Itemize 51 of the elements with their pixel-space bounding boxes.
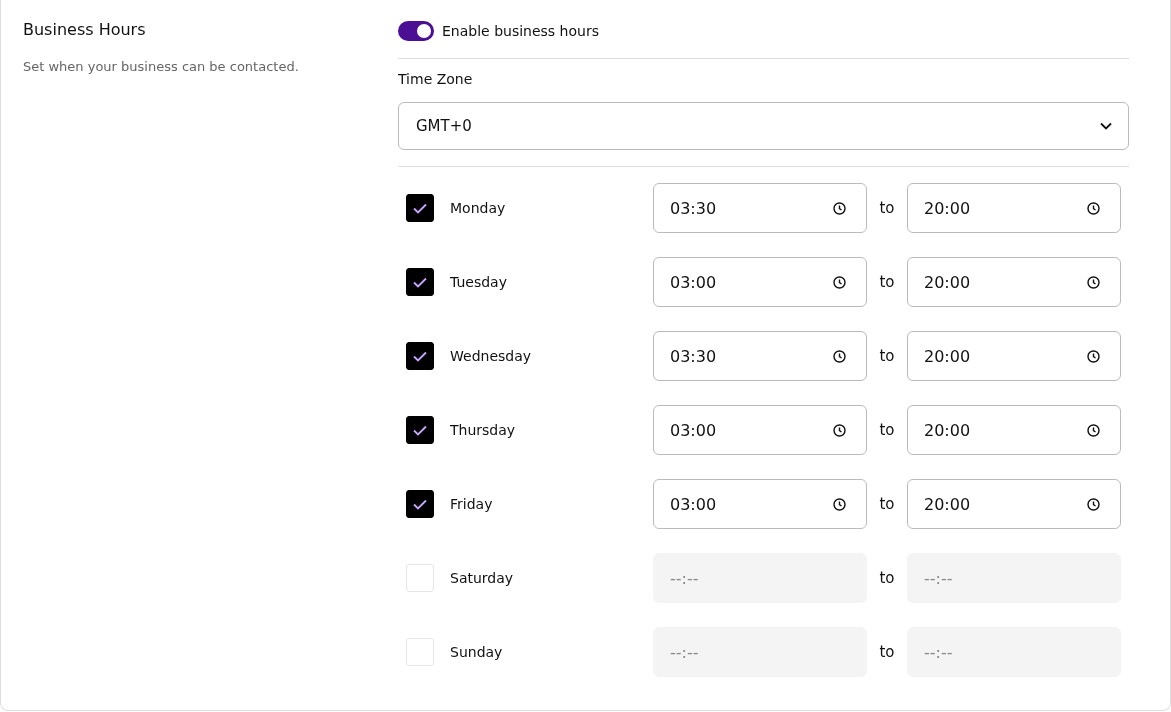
clock-icon <box>1087 497 1100 511</box>
end-time-field[interactable]: 20:00 <box>907 331 1121 381</box>
day-label: Thursday <box>450 422 517 438</box>
clock-icon <box>1087 275 1100 289</box>
end-time-field[interactable]: 20:00 <box>907 479 1121 529</box>
section-description: Set when your business can be contacted. <box>23 59 300 74</box>
start-time-field[interactable]: 03:30 <box>653 331 867 381</box>
day-checkbox[interactable] <box>406 490 434 518</box>
end-time-field[interactable]: 20:00 <box>907 183 1121 233</box>
clock-icon <box>833 201 846 215</box>
checkmark-icon <box>413 424 427 436</box>
toggle-switch[interactable] <box>398 21 434 41</box>
checkmark-icon <box>413 202 427 214</box>
start-time-field[interactable]: 03:00 <box>653 405 867 455</box>
end-time-field[interactable]: 20:00 <box>907 257 1121 307</box>
day-checkbox[interactable] <box>406 194 434 222</box>
time-zone-dropdown[interactable]: GMT+0 <box>398 102 1129 150</box>
checkmark-icon <box>413 276 427 288</box>
to-label: to <box>878 643 896 661</box>
toggle-label: Enable business hours <box>442 23 599 39</box>
clock-icon <box>1087 349 1100 363</box>
clock-icon <box>1087 201 1100 215</box>
to-label: to <box>878 273 896 291</box>
day-label: Saturday <box>450 570 515 586</box>
clock-icon <box>833 275 846 289</box>
day-checkbox[interactable] <box>406 416 434 444</box>
day-checkbox[interactable] <box>406 342 434 370</box>
start-time-field[interactable]: 03:30 <box>653 183 867 233</box>
end-time-field[interactable]: 20:00 <box>907 405 1121 455</box>
day-label: Friday <box>450 496 494 512</box>
day-label: Tuesday <box>450 274 508 290</box>
field-label: Time Zone <box>398 71 474 87</box>
day-label: Wednesday <box>450 348 533 364</box>
to-label: to <box>878 495 896 513</box>
start-time-field[interactable]: 03:00 <box>653 257 867 307</box>
day-label: Sunday <box>450 644 504 660</box>
clock-icon <box>833 423 846 437</box>
day-checkbox[interactable] <box>406 268 434 296</box>
checkmark-icon <box>413 350 427 362</box>
checkmark-icon <box>413 498 427 510</box>
start-time-field[interactable]: 03:00 <box>653 479 867 529</box>
clock-icon <box>833 497 846 511</box>
chevron-down-icon <box>1100 122 1112 130</box>
section-title: Business Hours <box>23 20 147 39</box>
day-label: Monday <box>450 200 507 216</box>
to-label: to <box>878 569 896 587</box>
clock-icon <box>833 349 846 363</box>
clock-icon <box>1087 423 1100 437</box>
to-label: to <box>878 347 896 365</box>
to-label: to <box>878 421 896 439</box>
to-label: to <box>878 199 896 217</box>
